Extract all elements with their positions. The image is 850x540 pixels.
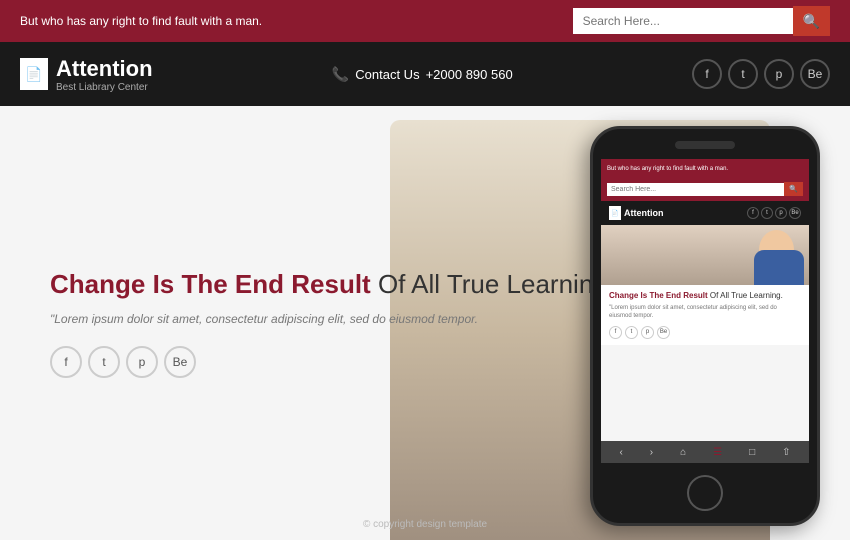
phone-topbar: But who has any right to find fault with…: [601, 159, 809, 179]
phone-nav-home[interactable]: ⌂: [680, 447, 686, 458]
phone-pinterest-button[interactable]: p: [775, 207, 787, 219]
contact-info: 📞 Contact Us +2000 890 560: [332, 66, 513, 83]
logo-subtitle: Best Liabrary Center: [56, 82, 153, 93]
phone-content: Change Is The End Result Of All True Lea…: [601, 285, 809, 345]
phone-logo-title: Attention: [624, 208, 664, 218]
watermark: © copyright design template: [363, 519, 487, 530]
search-button[interactable]: 🔍: [793, 6, 830, 36]
hero-twitter-button[interactable]: t: [88, 346, 120, 378]
phone-hero-subtitle: "Lorem ipsum dolor sit amet, consectetur…: [609, 304, 801, 321]
contact-number: +2000 890 560: [426, 67, 513, 82]
header: 📄 Attention Best Liabrary Center 📞 Conta…: [0, 42, 850, 106]
phone-hero-twitter[interactable]: t: [625, 326, 638, 339]
phone-bottom-nav: ‹ › ⌂ ☰ □ ⇧: [601, 441, 809, 463]
hero-title-rest: Of All True Learning.: [371, 269, 615, 299]
phone-hero-pinterest[interactable]: p: [641, 326, 654, 339]
top-bar: But who has any right to find fault with…: [0, 0, 850, 42]
logo-icon: 📄: [20, 58, 48, 90]
phone-facebook-button[interactable]: f: [747, 207, 759, 219]
header-pinterest-button[interactable]: p: [764, 59, 794, 89]
hero-title-bold: Change Is The End Result: [50, 269, 371, 299]
phone-nav-tabs[interactable]: □: [749, 447, 755, 458]
phone-hero-title: Change Is The End Result Of All True Lea…: [609, 291, 801, 300]
header-behance-button[interactable]: Be: [800, 59, 830, 89]
phone-logo: 📄 Attention: [609, 206, 664, 220]
phone-frame: But who has any right to find fault with…: [590, 126, 820, 526]
phone-topbar-text: But who has any right to find fault with…: [607, 166, 728, 172]
search-input[interactable]: [573, 8, 793, 34]
phone-screen: But who has any right to find fault with…: [601, 159, 809, 463]
phone-child-body: [754, 250, 804, 285]
phone-nav-share[interactable]: ⇧: [782, 447, 790, 458]
phone-hero-image: [601, 225, 809, 285]
phone-nav-back[interactable]: ‹: [619, 447, 622, 458]
phone-hero-title-rest: Of All True Learning.: [708, 291, 783, 300]
phone-behance-button[interactable]: Be: [789, 207, 801, 219]
phone-hero-title-bold: Change Is The End Result: [609, 291, 708, 300]
phone-hero-facebook[interactable]: f: [609, 326, 622, 339]
hero-facebook-button[interactable]: f: [50, 346, 82, 378]
search-container: 🔍: [573, 6, 830, 36]
phone-home-button[interactable]: [687, 475, 723, 511]
top-bar-tagline: But who has any right to find fault with…: [20, 14, 262, 28]
watermark-text: © copyright design template: [363, 519, 487, 530]
phone-twitter-button[interactable]: t: [761, 207, 773, 219]
phone-logo-icon: 📄: [609, 206, 621, 220]
phone-nav-forward[interactable]: ›: [650, 447, 653, 458]
phone-nav-menu[interactable]: ☰: [713, 447, 722, 458]
phone-hero-behance[interactable]: Be: [657, 326, 670, 339]
header-facebook-button[interactable]: f: [692, 59, 722, 89]
hero-behance-button[interactable]: Be: [164, 346, 196, 378]
phone-search-input[interactable]: [607, 183, 784, 196]
phone-header: 📄 Attention f t p Be: [601, 201, 809, 225]
phone-notch: [675, 141, 735, 149]
contact-label: Contact Us: [355, 67, 419, 82]
hero-section: Change Is The End Result Of All True Lea…: [0, 106, 850, 540]
phone-hero-social: f t p Be: [609, 326, 801, 339]
logo-text: Attention Best Liabrary Center: [56, 56, 153, 93]
phone-search-button[interactable]: 🔍: [784, 182, 803, 196]
phone-social-icons: f t p Be: [747, 207, 801, 219]
phone-icon: 📞: [332, 66, 349, 83]
header-social-icons: f t p Be: [692, 59, 830, 89]
header-twitter-button[interactable]: t: [728, 59, 758, 89]
logo-area: 📄 Attention Best Liabrary Center: [20, 56, 153, 93]
hero-pinterest-button[interactable]: p: [126, 346, 158, 378]
phone-search-row: 🔍: [601, 179, 809, 201]
logo-title: Attention: [56, 56, 153, 81]
